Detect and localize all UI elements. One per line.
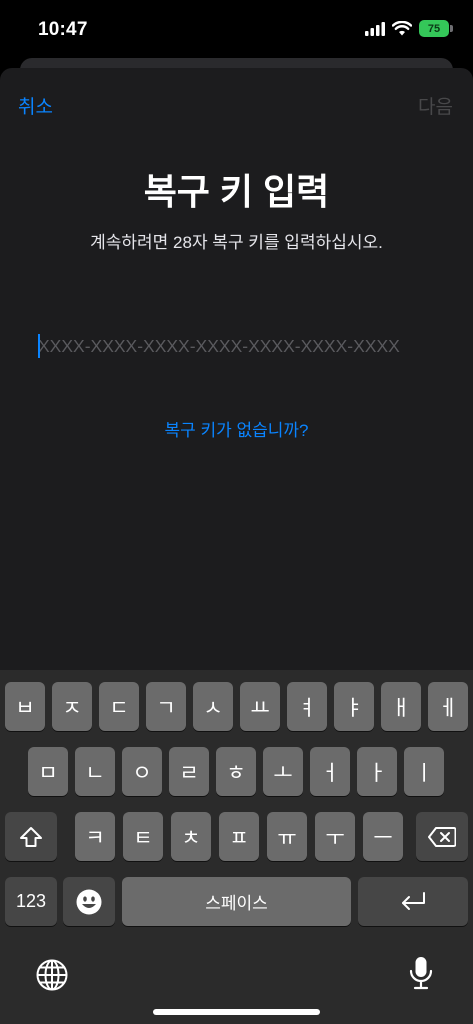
battery-level: 75: [427, 22, 441, 35]
text-cursor: [38, 334, 40, 358]
letter-key[interactable]: ㅣ: [404, 747, 444, 796]
letter-key[interactable]: ㅕ: [287, 682, 327, 731]
globe-icon[interactable]: [35, 958, 69, 992]
letter-key[interactable]: ㅑ: [334, 682, 374, 731]
shift-key[interactable]: [5, 812, 57, 861]
letter-key[interactable]: ㅏ: [357, 747, 397, 796]
keyboard: ㅂㅈㄷㄱㅅㅛㅕㅑㅐㅔ ㅁㄴㅇㄹㅎㅗㅓㅏㅣ ㅋㅌㅊㅍㅠㅜㅡ 123 스페이스: [0, 670, 473, 1024]
return-key[interactable]: [358, 877, 468, 926]
emoji-key[interactable]: [63, 877, 115, 926]
letter-key[interactable]: ㅛ: [240, 682, 280, 731]
letter-key[interactable]: ㅂ: [5, 682, 45, 731]
cellular-signal-icon: [365, 21, 385, 36]
emoji-icon: [76, 889, 102, 914]
delete-icon: [428, 826, 456, 847]
page-title: 복구 키 입력: [143, 171, 330, 212]
numbers-key[interactable]: 123: [5, 877, 57, 926]
letter-key[interactable]: ㄷ: [99, 682, 139, 731]
letter-key[interactable]: ㅠ: [267, 812, 307, 861]
letter-key[interactable]: ㅇ: [122, 747, 162, 796]
letter-key[interactable]: ㅋ: [75, 812, 115, 861]
next-button[interactable]: 다음: [418, 92, 453, 119]
letter-key[interactable]: ㅜ: [315, 812, 355, 861]
letter-key[interactable]: ㄹ: [169, 747, 209, 796]
letter-key[interactable]: ㅡ: [363, 812, 403, 861]
letter-key[interactable]: ㅌ: [123, 812, 163, 861]
home-indicator: [153, 1009, 320, 1015]
cancel-button[interactable]: 취소: [18, 92, 53, 119]
recovery-key-sheet: 취소 다음 복구 키 입력 계속하려면 28자 복구 키를 입력하십시오. 복구…: [0, 68, 473, 670]
letter-key[interactable]: ㅍ: [219, 812, 259, 861]
return-icon: [402, 891, 425, 910]
recovery-key-input[interactable]: [38, 331, 438, 361]
letter-key[interactable]: ㄴ: [75, 747, 115, 796]
status-indicators: 75: [365, 20, 453, 37]
delete-key[interactable]: [416, 812, 468, 861]
letter-key[interactable]: ㅁ: [28, 747, 68, 796]
shift-icon: [20, 826, 42, 847]
letter-key[interactable]: ㅔ: [428, 682, 468, 731]
letter-key[interactable]: ㅗ: [263, 747, 303, 796]
no-recovery-key-link[interactable]: 복구 키가 없습니까?: [0, 416, 473, 441]
letter-key[interactable]: ㅈ: [52, 682, 92, 731]
letter-key[interactable]: ㅐ: [381, 682, 421, 731]
page-subtitle: 계속하려면 28자 복구 키를 입력하십시오.: [90, 233, 383, 252]
letter-key[interactable]: ㅊ: [171, 812, 211, 861]
status-bar: 10:47 75: [0, 0, 473, 58]
battery-icon: 75: [419, 20, 453, 37]
letter-key[interactable]: ㅅ: [193, 682, 233, 731]
wifi-icon: [392, 21, 412, 36]
microphone-icon[interactable]: [408, 955, 434, 993]
letter-key[interactable]: ㄱ: [146, 682, 186, 731]
status-time: 10:47: [38, 19, 88, 40]
space-key[interactable]: 스페이스: [122, 877, 351, 926]
letter-key[interactable]: ㅓ: [310, 747, 350, 796]
letter-key[interactable]: ㅎ: [216, 747, 256, 796]
